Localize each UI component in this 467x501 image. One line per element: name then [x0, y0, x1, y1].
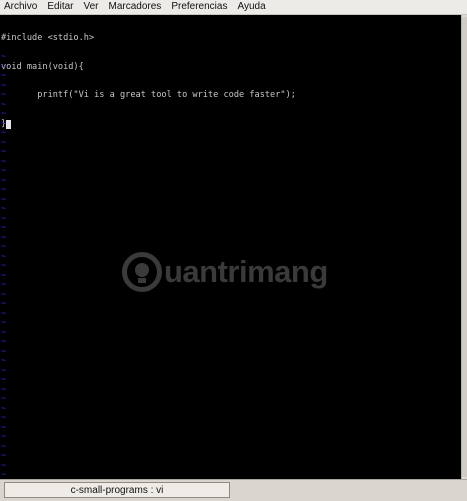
code-line-4: } [1, 119, 296, 130]
empty-line-markers: ~ ~ ~ ~ ~ ~ ~ ~ ~ ~ ~ ~ ~ ~ ~ ~ ~ ~ ~ ~ ~ ~ ~ ~ ~ ~ ~ ~ ~ ~ ~ ~ ~ ~ ~ ~ ~ ~ ~ ~… [1, 52, 7, 479]
menu-archivo[interactable]: Archivo [0, 0, 42, 14]
code-line-1: #include <stdio.h> [1, 33, 95, 43]
taskbar-window-button[interactable]: c-small-programs : vi [4, 482, 230, 498]
menu-ayuda[interactable]: Ayuda [232, 0, 270, 14]
code-line-2: void main(void){ [1, 61, 84, 72]
taskbar-window-title: c-small-programs : vi [70, 484, 164, 496]
menu-ver[interactable]: Ver [78, 0, 103, 14]
vertical-scrollbar[interactable] [461, 15, 467, 479]
watermark-text: uantrimang [164, 254, 328, 289]
code-line-3: printf("Vi is a great tool to write code… [1, 90, 296, 100]
code-buffer[interactable]: #include <stdio.h> void main(void){ prin… [1, 15, 296, 148]
menu-marcadores[interactable]: Marcadores [104, 0, 167, 14]
terminal-area[interactable]: #include <stdio.h> void main(void){ prin… [0, 15, 461, 479]
menu-bar: Archivo Editar Ver Marcadores Preferenci… [0, 0, 467, 15]
tilde-marker: ~ [1, 470, 7, 479]
scrollbar-thumb[interactable] [462, 17, 467, 477]
watermark: uantrimang [122, 237, 352, 307]
lightbulb-icon [122, 252, 162, 292]
taskbar: c-small-programs : vi [0, 479, 467, 501]
text-cursor [6, 119, 12, 129]
menu-preferencias[interactable]: Preferencias [166, 0, 232, 14]
menu-editar[interactable]: Editar [42, 0, 78, 14]
